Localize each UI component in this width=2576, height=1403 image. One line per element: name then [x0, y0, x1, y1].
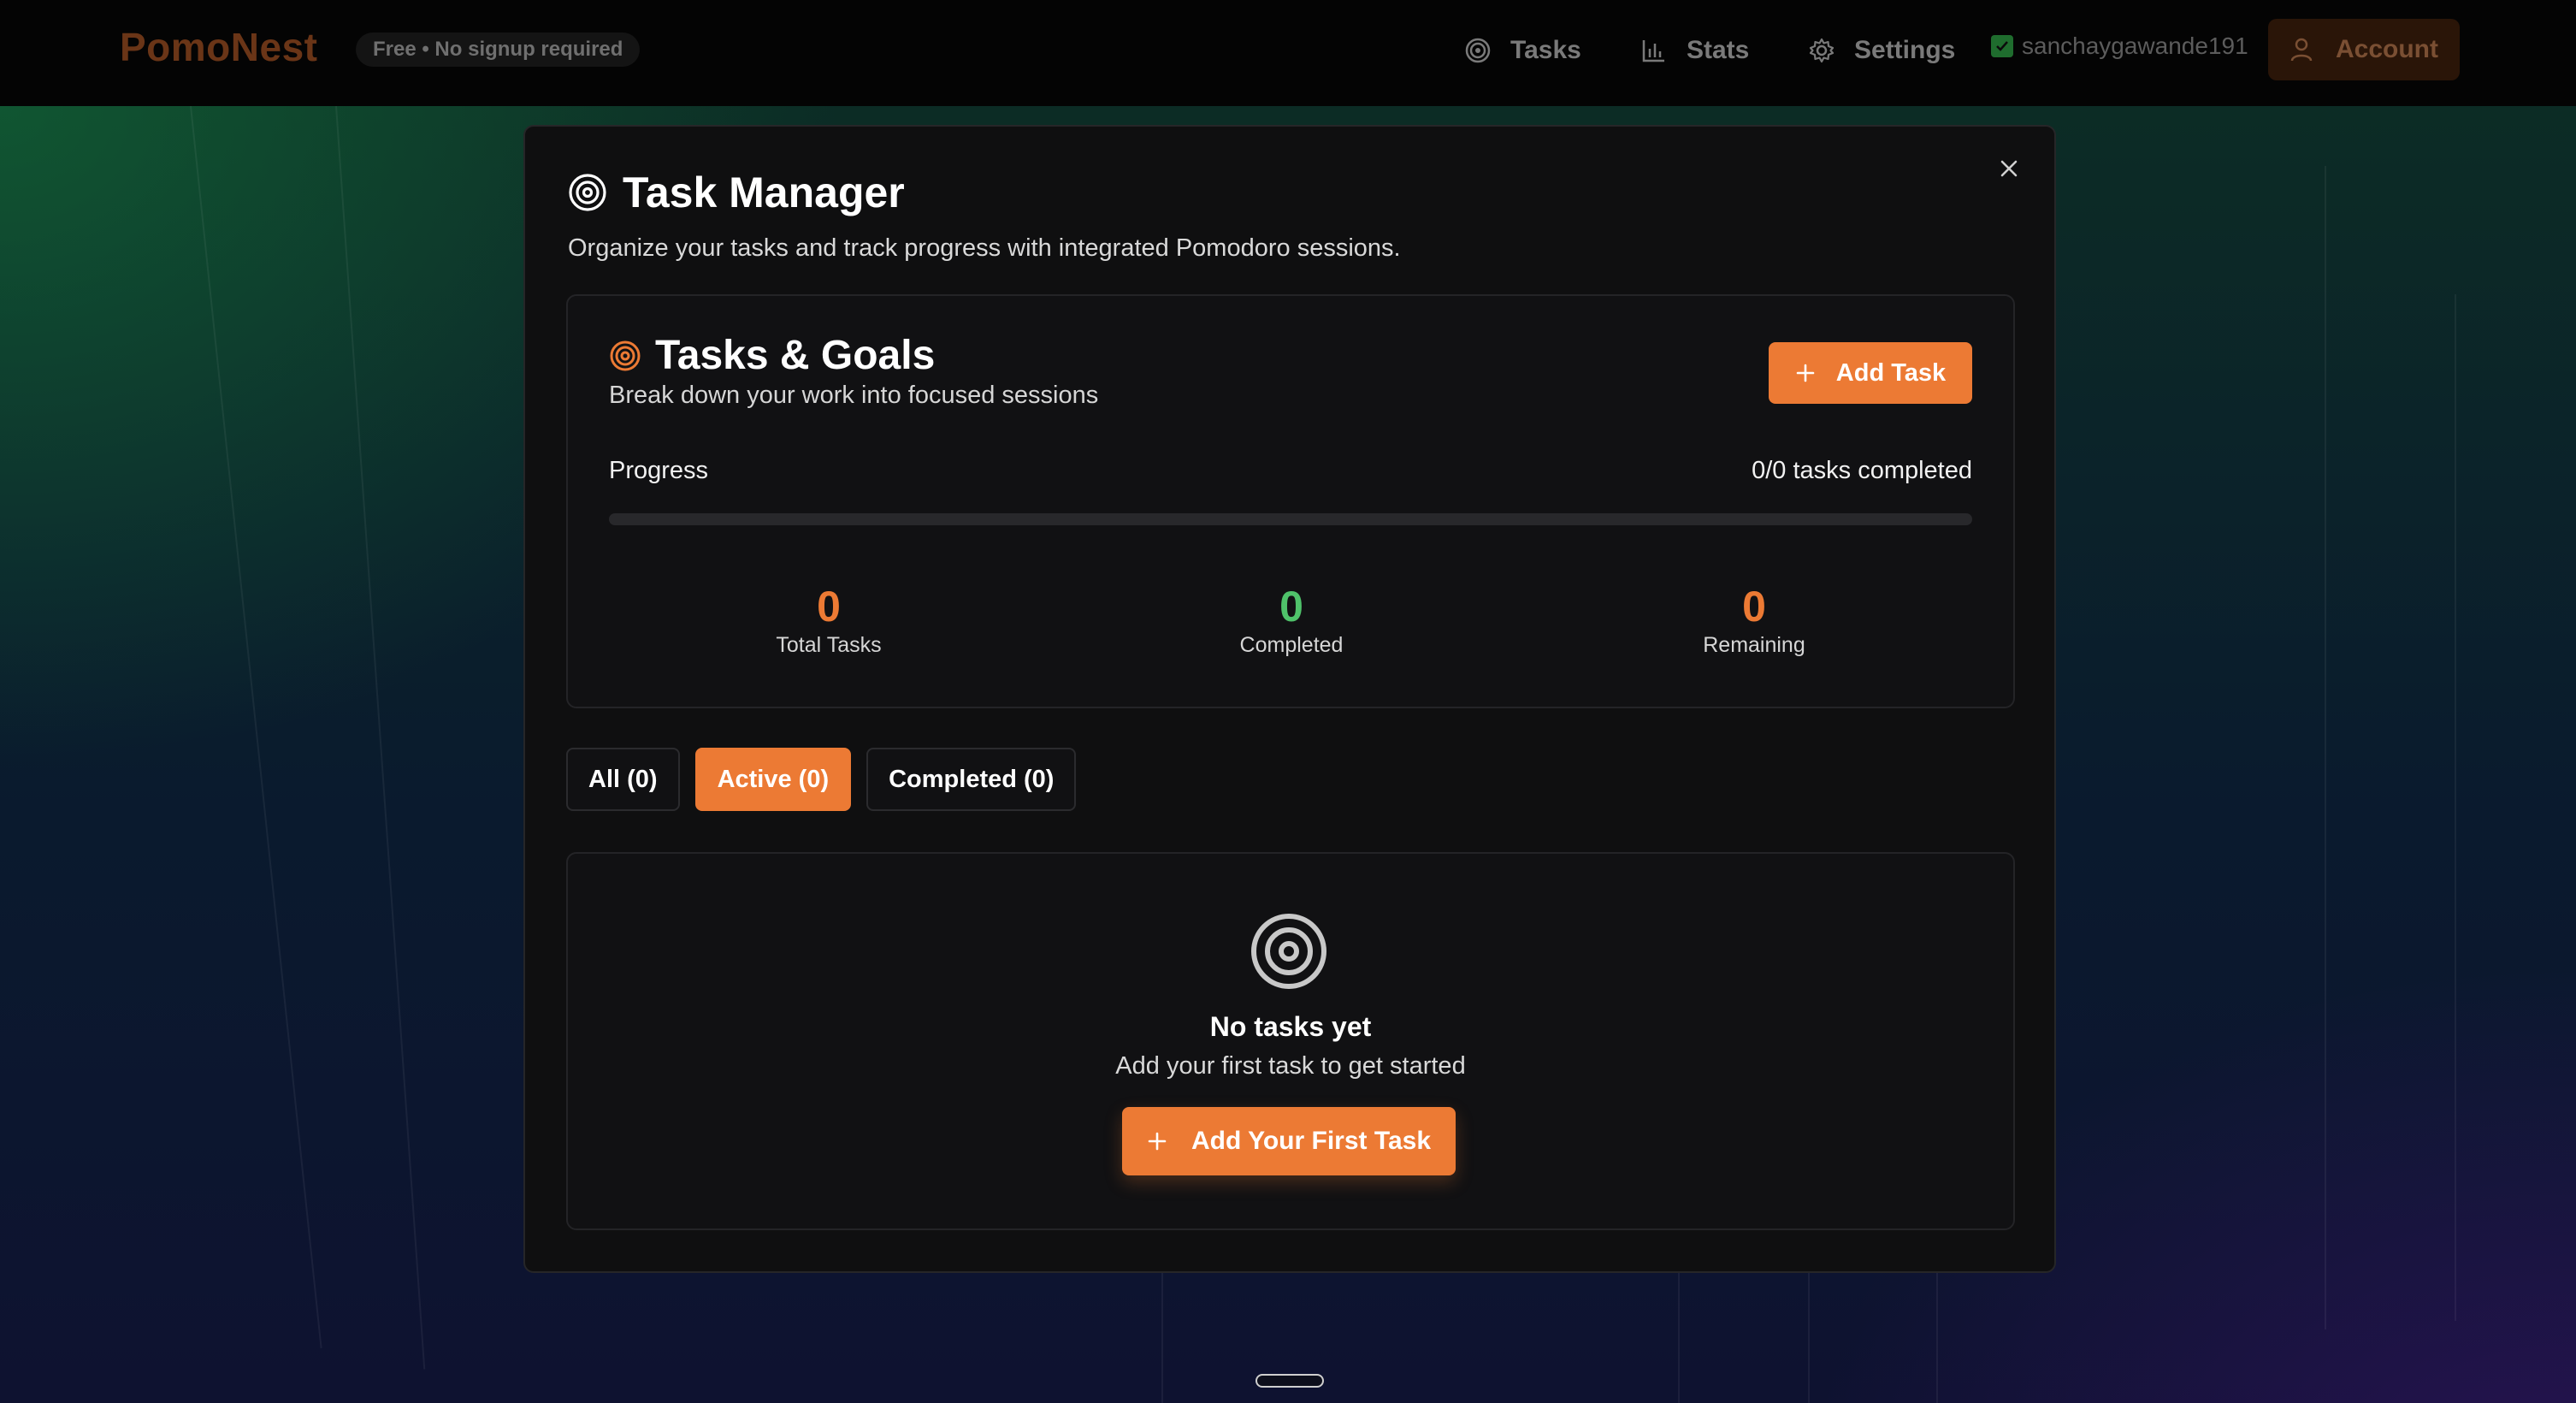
tasks-goals-subtitle: Break down your work into focused sessio…: [609, 382, 1099, 409]
target-icon: [1251, 914, 1326, 989]
bar-chart-icon: [1642, 40, 1664, 62]
stat-total-label: Total Tasks: [776, 633, 882, 657]
add-first-task-button[interactable]: Add Your First Task: [1122, 1107, 1456, 1175]
user-icon: [2290, 38, 2313, 62]
task-filter-tabs: All (0) Active (0) Completed (0): [566, 748, 1077, 811]
free-badge: Free • No signup required: [356, 33, 641, 67]
modal-title: Task Manager: [568, 168, 905, 217]
target-icon: [610, 340, 641, 370]
add-first-task-label: Add Your First Task: [1191, 1127, 1432, 1155]
stat-remaining-label: Remaining: [1703, 633, 1805, 657]
tasks-goals-title-text: Tasks & Goals: [655, 333, 936, 378]
filter-all[interactable]: All (0): [566, 748, 680, 811]
account-label: Account: [2336, 35, 2438, 63]
gear-icon: [1809, 38, 1835, 63]
close-icon: [2000, 160, 2018, 177]
nav-settings[interactable]: Settings: [1808, 31, 1955, 70]
nav-stats-label: Stats: [1687, 36, 1750, 64]
app-logo[interactable]: PomoNest: [120, 24, 317, 70]
stat-total-value: 0: [817, 583, 841, 630]
stat-completed-value: 0: [1279, 583, 1303, 630]
stat-completed-label: Completed: [1239, 633, 1344, 657]
stat-remaining: 0 Remaining: [1626, 582, 1882, 658]
target-icon: [569, 174, 606, 211]
scroll-indicator[interactable]: [1256, 1374, 1324, 1388]
task-manager-modal: Task Manager Organize your tasks and tra…: [523, 125, 2056, 1273]
tasks-goals-card: Tasks & Goals Break down your work into …: [566, 294, 2015, 708]
background-line: [190, 105, 322, 1349]
username: sanchaygawande191: [2022, 33, 2248, 59]
background-line: [2325, 166, 2326, 1329]
stat-remaining-value: 0: [1742, 583, 1766, 630]
user-badge: sanchaygawande191: [1991, 33, 2248, 60]
add-task-button[interactable]: Add Task: [1769, 342, 1972, 404]
progress-label: Progress: [609, 457, 709, 484]
background-line: [1936, 1270, 1938, 1403]
background-line: [1161, 1270, 1163, 1403]
background-line: [2455, 294, 2456, 1321]
nav-settings-label: Settings: [1854, 36, 1956, 64]
account-button[interactable]: Account: [2268, 19, 2460, 80]
top-navigation-bar: PomoNest Free • No signup required Tasks…: [0, 0, 2576, 106]
empty-state-card: No tasks yet Add your first task to get …: [566, 852, 2015, 1230]
check-icon: [1991, 35, 2013, 57]
stat-total-tasks: 0 Total Tasks: [700, 582, 957, 658]
plus-icon: [1796, 364, 1815, 382]
background-line: [1808, 1270, 1810, 1403]
nav-tasks-label: Tasks: [1510, 36, 1581, 64]
close-button[interactable]: [1996, 156, 2022, 181]
add-task-label: Add Task: [1835, 358, 1947, 387]
filter-active[interactable]: Active (0): [694, 748, 852, 811]
empty-state-subtitle: Add your first task to get started: [1115, 1052, 1466, 1080]
plus-icon: [1148, 1132, 1167, 1151]
target-icon: [1465, 38, 1491, 63]
modal-title-text: Task Manager: [623, 169, 905, 216]
stat-completed: 0 Completed: [1163, 582, 1420, 658]
background-line: [1678, 1270, 1680, 1403]
nav-tasks[interactable]: Tasks: [1464, 31, 1581, 70]
nav-stats[interactable]: Stats: [1640, 31, 1749, 70]
filter-completed[interactable]: Completed (0): [866, 748, 1077, 811]
empty-state-title: No tasks yet: [1209, 1011, 1372, 1042]
progress-count: 0/0 tasks completed: [1752, 457, 1972, 484]
background-line: [335, 105, 426, 1370]
modal-subtitle: Organize your tasks and track progress w…: [568, 234, 1401, 262]
tasks-goals-title: Tasks & Goals: [609, 332, 935, 379]
progress-bar: [609, 513, 1972, 525]
